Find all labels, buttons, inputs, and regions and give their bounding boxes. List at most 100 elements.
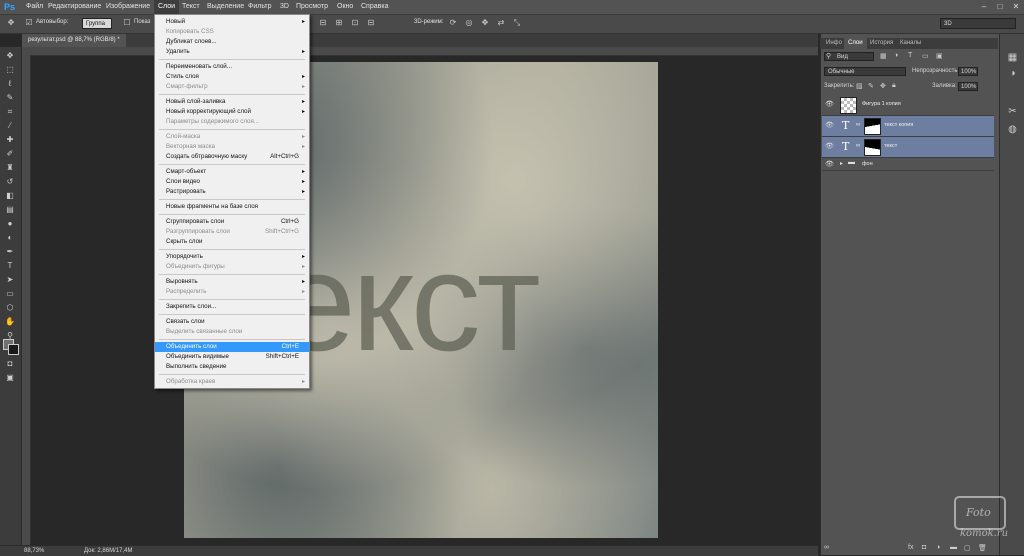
fill-input[interactable]: 100% [958, 82, 978, 91]
pan-3d-icon[interactable]: ✥ [480, 18, 490, 28]
path-select-icon[interactable]: ➤ [3, 275, 17, 285]
slide-3d-icon[interactable]: ⇄ [496, 18, 506, 28]
layers-menu-item[interactable]: Создать обтравочную маску Alt+Ctrl+G [155, 152, 309, 162]
group-expand-arrow-icon[interactable]: ▸ [840, 160, 843, 167]
layers-menu-item[interactable]: Связать слои [155, 317, 309, 327]
add-mask-icon[interactable]: ◘ [922, 544, 926, 551]
layers-menu-item[interactable]: Новые фрагменты на базе слоя [155, 202, 309, 212]
opacity-input[interactable]: 100% [958, 67, 978, 76]
stamp-tool-icon[interactable]: ♜ [3, 163, 17, 173]
filter-shape-icon[interactable]: ▭ [922, 52, 929, 60]
lock-all-icon[interactable]: 🔒︎ [892, 82, 896, 90]
menu-select[interactable]: Выделение [203, 0, 248, 14]
visibility-eye-icon[interactable]: 👁︎ [825, 122, 834, 129]
distribute-icon[interactable]: ⊞ [334, 18, 344, 28]
layers-menu-item[interactable]: Скрыть слои [155, 237, 309, 247]
hand-tool-icon[interactable]: ✋ [3, 317, 17, 327]
vertical-ruler[interactable] [22, 55, 31, 545]
visibility-eye-icon[interactable]: 👁︎ [825, 161, 834, 168]
marquee-tool-icon[interactable]: ⬚ [3, 65, 17, 75]
menu-layers[interactable]: Слои [154, 0, 180, 14]
rotate-3d-icon[interactable]: ⟳ [448, 18, 458, 28]
layers-menu-item[interactable]: Новый ▸ [155, 17, 309, 27]
filter-smart-icon[interactable]: ▣ [936, 52, 943, 60]
fx-icon[interactable]: fx [908, 544, 913, 551]
type-tool-icon[interactable]: T [3, 261, 17, 271]
layers-menu-item[interactable]: Растрировать ▸ [155, 187, 309, 197]
layers-menu-item[interactable]: Закрепить слои... [155, 302, 309, 312]
move-tool-icon[interactable]: ✥ [3, 51, 17, 61]
show-checkbox-icon[interactable]: ☐ [122, 18, 132, 28]
layers-menu-item[interactable]: Новый слой-заливка ▸ [155, 97, 309, 107]
menu-3d[interactable]: 3D [276, 0, 293, 14]
lock-image-icon[interactable]: ✎ [868, 82, 874, 90]
background-color-swatch[interactable] [8, 344, 19, 355]
layer-row-shape-copy[interactable]: 👁︎ Фигура 1 копия [822, 95, 994, 116]
blend-mode-select[interactable]: Обычные [824, 67, 906, 76]
layers-menu-item[interactable]: Выровнять ▸ [155, 277, 309, 287]
minimize-icon[interactable]: – [978, 1, 990, 12]
roll-3d-icon[interactable]: ◎ [464, 18, 474, 28]
layers-menu-item[interactable]: Выполнить сведение [155, 362, 309, 372]
3d-tool-icon[interactable]: ⬡ [3, 303, 17, 313]
menu-window[interactable]: Окно [333, 0, 357, 14]
layers-menu-item[interactable]: Новый корректирующий слой ▸ [155, 107, 309, 117]
horizontal-ruler[interactable] [22, 47, 818, 56]
layer-filter-select[interactable]: Вид [824, 52, 874, 61]
menu-image[interactable]: Изображение [102, 0, 154, 14]
layers-menu-item[interactable]: Слои видео ▸ [155, 177, 309, 187]
tab-info[interactable]: Инфо [822, 38, 846, 49]
layers-menu-item[interactable]: Переименовать слой... [155, 62, 309, 72]
quick-mask-icon[interactable]: ◘ [3, 359, 17, 369]
adjustments-icon[interactable]: ◑ [1006, 68, 1019, 80]
layer-row-background-group[interactable]: 👁︎ ▸ ▬ фон [822, 158, 994, 171]
layers-menu-item[interactable]: Сгруппировать слои Ctrl+G [155, 217, 309, 227]
quick-select-tool-icon[interactable]: ✎ [3, 93, 17, 103]
layer-mask-thumbnail[interactable] [864, 139, 881, 156]
link-layers-icon[interactable]: ∞ [824, 544, 829, 551]
layers-menu-item[interactable]: Удалить ▸ [155, 47, 309, 57]
lasso-tool-icon[interactable]: ℓ [3, 79, 17, 89]
align-bottom-icon[interactable]: ⊟ [366, 18, 376, 28]
layers-menu-item[interactable]: Объединить слои Ctrl+E [155, 342, 309, 352]
visibility-eye-icon[interactable]: 👁︎ [825, 101, 834, 108]
document-tab[interactable]: результат.psd @ 88,7% (RGB/8) * [22, 34, 126, 47]
menu-edit[interactable]: Редактирование [44, 0, 105, 14]
tab-history[interactable]: История [866, 38, 897, 49]
eraser-tool-icon[interactable]: ◧ [3, 191, 17, 201]
screen-mode-icon[interactable]: ▣ [3, 373, 17, 383]
tab-layers[interactable]: Слои [844, 38, 867, 49]
blur-tool-icon[interactable]: ● [3, 219, 17, 229]
menu-filter[interactable]: Фильтр [244, 0, 276, 14]
properties-icon[interactable]: ▦ [1006, 52, 1019, 64]
eyedropper-tool-icon[interactable]: ⁄ [3, 121, 17, 131]
shape-tool-icon[interactable]: ▭ [3, 289, 17, 299]
align-icon[interactable]: ⊟ [318, 18, 328, 28]
menu-help[interactable]: Справка [357, 0, 392, 14]
3d-panel-icon[interactable]: ◍ [1006, 124, 1019, 136]
adjustment-layer-icon[interactable]: ◑ [936, 544, 940, 551]
menu-view[interactable]: Просмотр [292, 0, 332, 14]
dodge-tool-icon[interactable]: ◐ [3, 233, 17, 243]
layer-row-text-copy[interactable]: 👁︎ T ∞ текст копия [822, 116, 994, 137]
pen-tool-icon[interactable]: ✒ [3, 247, 17, 257]
gradient-tool-icon[interactable]: ▤ [3, 205, 17, 215]
brush-tool-icon[interactable]: ✐ [3, 149, 17, 159]
layers-menu-item[interactable]: Дубликат слоев... [155, 37, 309, 47]
scale-3d-icon[interactable]: ⤡ [512, 18, 522, 28]
layers-menu-item[interactable]: Объединить видимые Shift+Ctrl+E [155, 352, 309, 362]
layers-menu-item[interactable]: Упорядочить ▸ [155, 252, 309, 262]
history-brush-icon[interactable]: ↺ [3, 177, 17, 187]
menu-text[interactable]: Текст [178, 0, 204, 14]
checkbox-icon[interactable]: ☑ [24, 18, 34, 28]
close-icon[interactable]: ✕ [1010, 1, 1022, 12]
layer-mask-thumbnail[interactable] [864, 118, 881, 135]
chain-link-icon[interactable]: ∞ [856, 122, 860, 128]
lock-pixels-icon[interactable]: ▨ [856, 82, 863, 90]
filter-type-icon[interactable]: T [908, 52, 912, 59]
restore-icon[interactable]: □ [994, 1, 1006, 12]
visibility-eye-icon[interactable]: 👁︎ [825, 143, 834, 150]
layers-menu-item[interactable]: Смарт-объект ▸ [155, 167, 309, 177]
healing-tool-icon[interactable]: ✚ [3, 135, 17, 145]
tab-channels[interactable]: Каналы [896, 38, 925, 49]
